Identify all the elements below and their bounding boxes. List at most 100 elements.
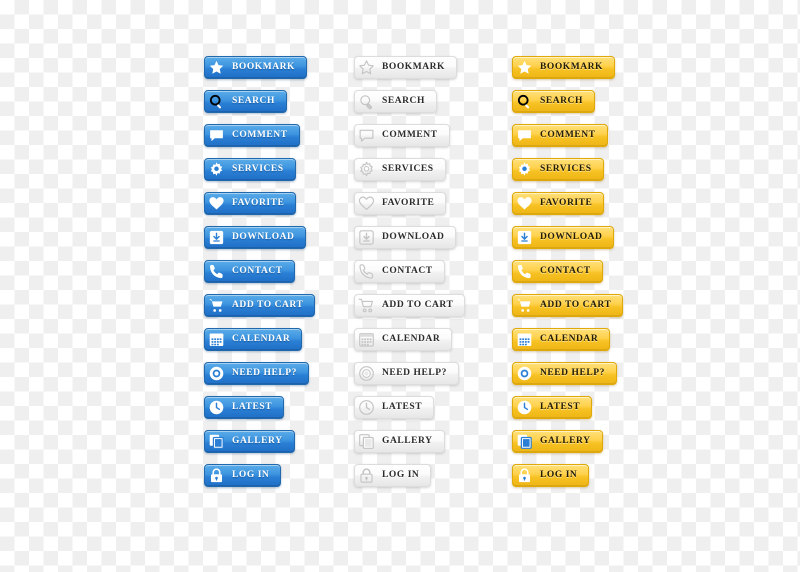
- search-icon: [358, 93, 375, 110]
- clock-icon: [358, 399, 375, 416]
- bookmark-button[interactable]: BOOKMARK: [204, 56, 307, 79]
- download-icon: [516, 229, 533, 246]
- lock-icon: [208, 467, 225, 484]
- services-button[interactable]: SERVICES: [354, 158, 446, 181]
- star-icon: [516, 59, 533, 76]
- add-to-cart-button[interactable]: ADD TO CART: [204, 294, 316, 317]
- star-icon: [358, 59, 375, 76]
- search-icon: [516, 93, 533, 110]
- heart-icon: [208, 195, 225, 212]
- add-to-cart-button[interactable]: ADD TO CART: [512, 294, 624, 317]
- heart-icon: [516, 195, 533, 212]
- lifebuoy-icon: [516, 365, 533, 382]
- favorite-button[interactable]: FAVORITE: [512, 192, 605, 215]
- gallery-icon: [358, 433, 375, 450]
- search-icon: [208, 93, 225, 110]
- download-icon: [208, 229, 225, 246]
- search-button[interactable]: SEARCH: [204, 90, 287, 113]
- bookmark-button[interactable]: BOOKMARK: [354, 56, 457, 79]
- gear-icon: [208, 161, 225, 178]
- lock-icon: [358, 467, 375, 484]
- contact-button[interactable]: CONTACT: [512, 260, 603, 283]
- comment-button[interactable]: COMMENT: [204, 124, 300, 147]
- calendar-button[interactable]: CALENDAR: [204, 328, 303, 351]
- button-set-canvas: BOOKMARK SEARCH COMMENT SERVICES FAVORITE DOW…: [0, 0, 800, 572]
- latest-button[interactable]: LATEST: [512, 396, 593, 419]
- button-label: SEARCH: [382, 95, 425, 106]
- lock-icon: [516, 467, 533, 484]
- cart-icon: [208, 297, 225, 314]
- button-column-gray: BOOKMARK SEARCH COMMENT SERVICES FAVORITE DOW…: [354, 56, 466, 498]
- button-label: COMMENT: [540, 129, 596, 140]
- button-label: GALLERY: [382, 435, 433, 446]
- log-in-button[interactable]: LOG IN: [354, 464, 432, 487]
- need-help-button[interactable]: NEED HELP?: [512, 362, 617, 385]
- button-label: GALLERY: [540, 435, 591, 446]
- search-button[interactable]: SEARCH: [354, 90, 437, 113]
- bookmark-button[interactable]: BOOKMARK: [512, 56, 615, 79]
- button-label: LATEST: [540, 401, 581, 412]
- button-label: CALENDAR: [232, 333, 291, 344]
- need-help-button[interactable]: NEED HELP?: [354, 362, 459, 385]
- download-button[interactable]: DOWNLOAD: [354, 226, 457, 249]
- button-label: FAVORITE: [232, 197, 285, 208]
- calendar-button[interactable]: CALENDAR: [512, 328, 611, 351]
- download-button[interactable]: DOWNLOAD: [204, 226, 307, 249]
- lifebuoy-icon: [208, 365, 225, 382]
- phone-icon: [208, 263, 225, 280]
- gear-icon: [358, 161, 375, 178]
- need-help-button[interactable]: NEED HELP?: [204, 362, 309, 385]
- gallery-button[interactable]: GALLERY: [204, 430, 295, 453]
- log-in-button[interactable]: LOG IN: [204, 464, 282, 487]
- comment-button[interactable]: COMMENT: [354, 124, 450, 147]
- button-label: FAVORITE: [540, 197, 593, 208]
- button-label: CONTACT: [540, 265, 591, 276]
- services-button[interactable]: SERVICES: [512, 158, 604, 181]
- gallery-icon: [208, 433, 225, 450]
- calendar-icon: [516, 331, 533, 348]
- button-label: GALLERY: [232, 435, 283, 446]
- button-label: DOWNLOAD: [382, 231, 445, 242]
- button-label: BOOKMARK: [540, 61, 603, 72]
- contact-button[interactable]: CONTACT: [204, 260, 295, 283]
- favorite-button[interactable]: FAVORITE: [354, 192, 447, 215]
- button-label: LATEST: [382, 401, 423, 412]
- lifebuoy-icon: [358, 365, 375, 382]
- services-button[interactable]: SERVICES: [204, 158, 296, 181]
- phone-icon: [358, 263, 375, 280]
- log-in-button[interactable]: LOG IN: [512, 464, 590, 487]
- favorite-button[interactable]: FAVORITE: [204, 192, 297, 215]
- calendar-button[interactable]: CALENDAR: [354, 328, 453, 351]
- button-label: NEED HELP?: [232, 367, 297, 378]
- calendar-icon: [358, 331, 375, 348]
- cart-icon: [358, 297, 375, 314]
- button-label: LOG IN: [382, 469, 420, 480]
- contact-button[interactable]: CONTACT: [354, 260, 445, 283]
- button-label: CALENDAR: [540, 333, 599, 344]
- comment-button[interactable]: COMMENT: [512, 124, 608, 147]
- button-column-yellow: BOOKMARK SEARCH COMMENT SERVICES FAVORITE DOW…: [512, 56, 624, 498]
- button-label: LATEST: [232, 401, 273, 412]
- button-label: CONTACT: [382, 265, 433, 276]
- search-button[interactable]: SEARCH: [512, 90, 595, 113]
- button-label: LOG IN: [232, 469, 270, 480]
- button-label: SERVICES: [382, 163, 434, 174]
- cart-icon: [516, 297, 533, 314]
- button-label: ADD TO CART: [382, 299, 454, 310]
- button-label: SERVICES: [540, 163, 592, 174]
- button-label: CALENDAR: [382, 333, 441, 344]
- latest-button[interactable]: LATEST: [204, 396, 285, 419]
- comment-icon: [516, 127, 533, 144]
- add-to-cart-button[interactable]: ADD TO CART: [354, 294, 466, 317]
- gallery-button[interactable]: GALLERY: [354, 430, 445, 453]
- comment-icon: [208, 127, 225, 144]
- button-label: CONTACT: [232, 265, 283, 276]
- download-button[interactable]: DOWNLOAD: [512, 226, 615, 249]
- button-label: ADD TO CART: [540, 299, 612, 310]
- button-label: COMMENT: [232, 129, 288, 140]
- button-label: DOWNLOAD: [232, 231, 295, 242]
- clock-icon: [516, 399, 533, 416]
- gallery-button[interactable]: GALLERY: [512, 430, 603, 453]
- button-column-blue: BOOKMARK SEARCH COMMENT SERVICES FAVORITE DOW…: [204, 56, 316, 498]
- latest-button[interactable]: LATEST: [354, 396, 435, 419]
